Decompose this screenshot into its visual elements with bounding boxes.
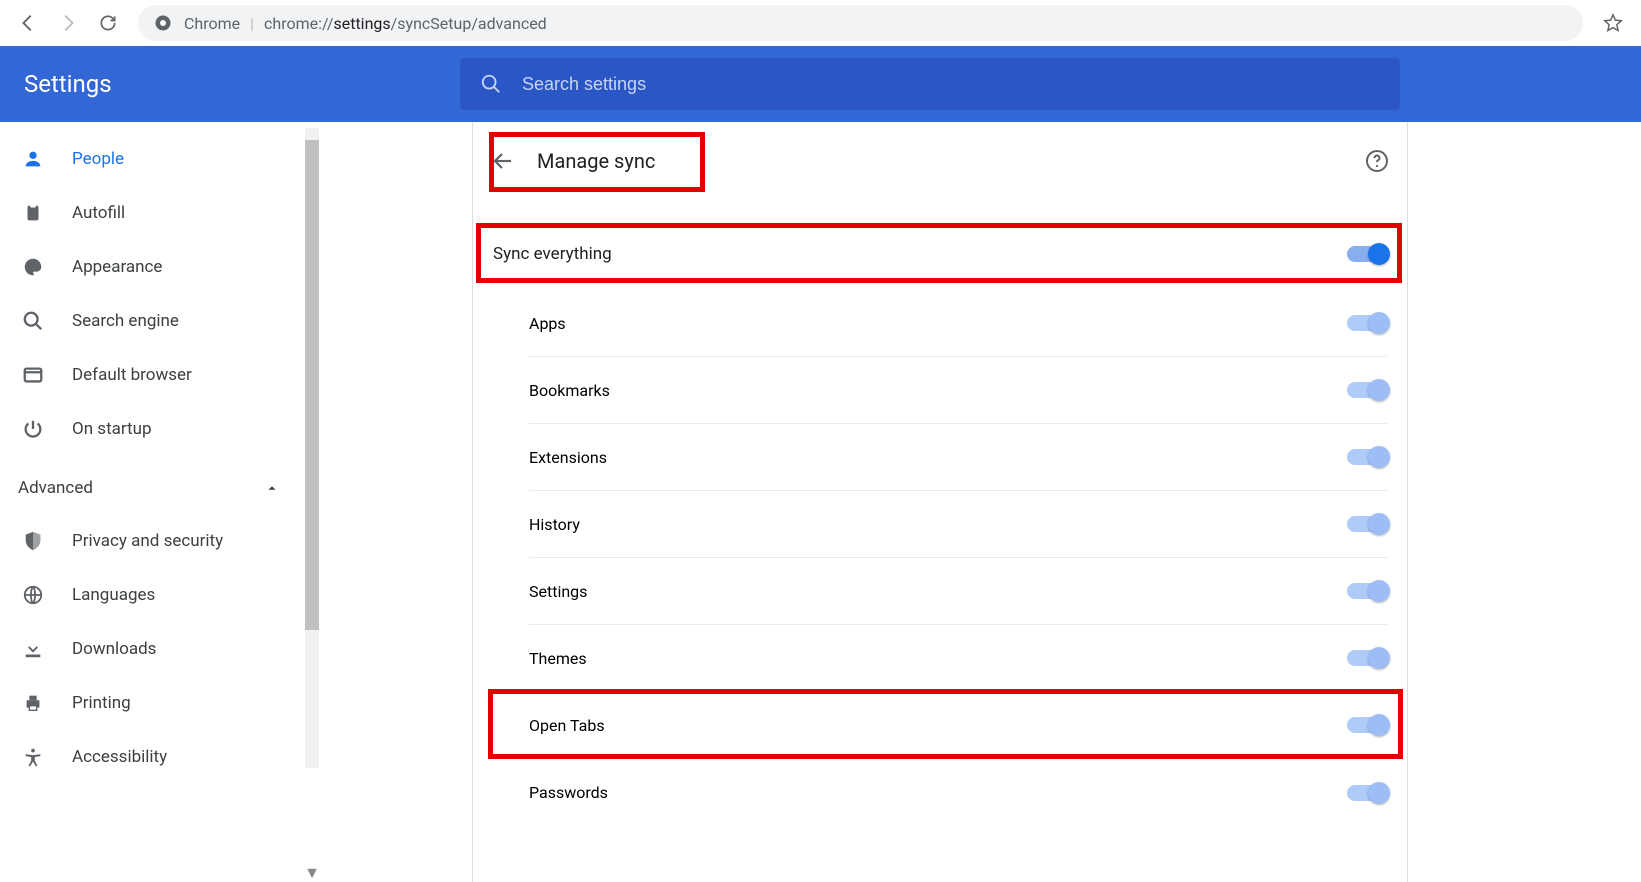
sidebar-item-default-browser[interactable]: Default browser [0, 348, 319, 402]
shield-icon [22, 530, 44, 552]
sync-item-label: Bookmarks [529, 381, 610, 400]
forward-button[interactable] [50, 5, 86, 41]
browser-toolbar: Chrome | chrome://settings/syncSetup/adv… [0, 0, 1641, 46]
bookmark-star-button[interactable] [1595, 5, 1631, 41]
sync-item-label: History [529, 515, 580, 534]
person-icon [22, 148, 44, 170]
sync-toggle-themes[interactable] [1347, 650, 1387, 666]
globe-icon [22, 584, 44, 606]
sidebar-item-label: Languages [72, 585, 155, 605]
sync-toggle-passwords[interactable] [1347, 785, 1387, 801]
sidebar-item-printing[interactable]: Printing [0, 676, 319, 730]
scrollbar-down-icon[interactable]: ▼ [305, 866, 319, 880]
main-content: Manage sync Sync everything Apps Bo [320, 122, 1641, 882]
power-icon [22, 418, 44, 440]
sidebar-item-label: Appearance [72, 257, 162, 277]
browser-icon [22, 364, 44, 386]
sync-item-bookmarks: Bookmarks [529, 357, 1387, 424]
sync-item-label: Extensions [529, 448, 607, 467]
sync-everything-row: Sync everything [473, 224, 1407, 284]
sidebar-item-label: Search engine [72, 311, 179, 331]
sidebar-item-languages[interactable]: Languages [0, 568, 319, 622]
omnibox-separator: | [250, 14, 254, 33]
sync-item-label: Passwords [529, 783, 608, 802]
sync-everything-label: Sync everything [493, 244, 612, 264]
sync-toggle-open-tabs[interactable] [1347, 717, 1387, 733]
sidebar-item-label: Accessibility [72, 747, 167, 767]
app-header: Settings [0, 46, 1641, 122]
sidebar-scroll-thumb[interactable] [305, 140, 319, 630]
page-title: Settings [24, 70, 460, 98]
download-icon [22, 638, 44, 660]
sidebar-item-appearance[interactable]: Appearance [0, 240, 319, 294]
palette-icon [22, 256, 44, 278]
sync-toggle-history[interactable] [1347, 516, 1387, 532]
sync-item-themes: Themes [529, 625, 1387, 692]
sync-item-extensions: Extensions [529, 424, 1387, 491]
clipboard-icon [22, 202, 44, 224]
sync-item-history: History [529, 491, 1387, 558]
chevron-up-icon [265, 481, 279, 495]
sync-item-settings: Settings [529, 558, 1387, 625]
omnibox-url: chrome://settings/syncSetup/advanced [264, 14, 547, 33]
sync-item-label: Apps [529, 314, 566, 333]
sync-toggle-bookmarks[interactable] [1347, 382, 1387, 398]
sidebar-item-label: People [72, 149, 124, 169]
search-bar[interactable] [460, 58, 1400, 110]
help-icon[interactable] [1365, 149, 1389, 173]
chrome-icon [154, 14, 172, 32]
sync-toggle-extensions[interactable] [1347, 449, 1387, 465]
search-icon [22, 310, 44, 332]
search-icon [480, 73, 502, 95]
printer-icon [22, 692, 44, 714]
sync-toggle-apps[interactable] [1347, 315, 1387, 331]
sidebar-item-label: Privacy and security [72, 531, 223, 551]
section-header: Manage sync [473, 122, 1407, 200]
search-input[interactable] [522, 74, 1380, 95]
accessibility-icon [22, 746, 44, 768]
sidebar-item-downloads[interactable]: Downloads [0, 622, 319, 676]
advanced-label: Advanced [18, 478, 93, 498]
sync-everything-toggle[interactable] [1347, 246, 1387, 262]
sync-item-apps: Apps [529, 290, 1387, 357]
sync-toggle-settings[interactable] [1347, 583, 1387, 599]
sidebar-item-accessibility[interactable]: Accessibility [0, 730, 319, 784]
back-button[interactable] [10, 5, 46, 41]
sidebar-item-on-startup[interactable]: On startup [0, 402, 319, 456]
sidebar-item-label: Autofill [72, 203, 125, 223]
sync-item-label: Open Tabs [529, 716, 605, 735]
sync-sub-list: Apps Bookmarks Extensions History Settin… [473, 290, 1407, 826]
reload-button[interactable] [90, 5, 126, 41]
sidebar-item-label: Downloads [72, 639, 156, 659]
sidebar: ▲ ▼ People Autofill Appearance Sea [0, 122, 320, 882]
sync-item-label: Settings [529, 582, 587, 601]
sync-item-label: Themes [529, 649, 587, 668]
sidebar-item-search-engine[interactable]: Search engine [0, 294, 319, 348]
sidebar-advanced-toggle[interactable]: Advanced [0, 462, 319, 514]
sidebar-item-label: Printing [72, 693, 131, 713]
sidebar-item-label: On startup [72, 419, 152, 439]
sync-item-open-tabs: Open Tabs [529, 692, 1387, 759]
sidebar-item-label: Default browser [72, 365, 192, 385]
back-arrow-button[interactable] [491, 149, 515, 173]
sidebar-item-privacy[interactable]: Privacy and security [0, 514, 319, 568]
sidebar-item-people[interactable]: People [0, 132, 319, 186]
section-title: Manage sync [537, 149, 655, 173]
sidebar-item-autofill[interactable]: Autofill [0, 186, 319, 240]
settings-card: Manage sync Sync everything Apps Bo [472, 122, 1408, 882]
sync-item-passwords: Passwords [529, 759, 1387, 826]
omnibox-prefix: Chrome [184, 14, 240, 33]
omnibox[interactable]: Chrome | chrome://settings/syncSetup/adv… [138, 5, 1583, 41]
